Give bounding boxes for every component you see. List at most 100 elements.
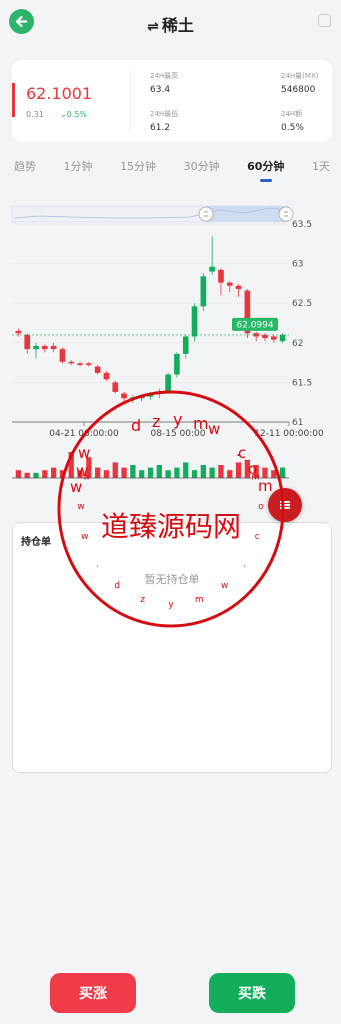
volume-bar	[271, 470, 277, 478]
stat-amount-value: 0.5%	[281, 123, 304, 133]
y-axis-labels: 63.5 63 62.5 62 61.5 61	[292, 220, 312, 428]
volume-bar	[244, 459, 251, 478]
price-change-pct: ⌄0.5%	[60, 110, 88, 119]
volume-bar	[103, 470, 110, 478]
volume-bar	[121, 467, 127, 478]
tab-30min[interactable]: 30分钟	[182, 158, 222, 182]
volume-bar	[86, 457, 92, 478]
volume-bar	[156, 465, 162, 478]
volume-bar	[209, 467, 215, 478]
candle-body	[270, 336, 277, 340]
volume-bar	[279, 467, 286, 478]
price-indicator-bar	[12, 83, 15, 117]
volume-bar	[130, 465, 136, 478]
symbol-name: 稀土	[161, 16, 194, 35]
y-tick-label: 63.5	[292, 220, 312, 230]
y-tick-label: 62.5	[292, 299, 312, 309]
candle-body	[112, 382, 119, 392]
tab-trend[interactable]: 趋势	[12, 158, 38, 182]
candlestick-chart[interactable]: 63.5 63 62.5 62 61.5 61 62.0994 04-21 00:00:0…	[0, 196, 341, 486]
range-handle-right[interactable]	[278, 206, 294, 222]
volume-bar	[139, 470, 145, 478]
quote-card: 62.1001 0.31 ⌄0.5% 24H最高 63.4 24H量(MX) 5…	[12, 60, 332, 142]
volume-bar	[42, 470, 48, 478]
volume-bar	[174, 467, 180, 478]
candle-body	[68, 361, 75, 364]
candle-body	[209, 266, 215, 272]
candle-body	[191, 306, 198, 337]
menu-icon[interactable]	[318, 14, 331, 27]
volume-bar	[15, 470, 22, 478]
tab-15min[interactable]: 15分钟	[118, 158, 158, 182]
positions-empty-text: 暂无持仓单	[144, 573, 200, 586]
stat-high-label: 24H最高	[150, 72, 179, 80]
float-menu-button[interactable]	[268, 488, 302, 522]
x-tick-label: 04-21 00:00:00	[49, 429, 119, 439]
interval-tabs: 趋势 1分钟 15分钟 30分钟 60分钟 1天	[12, 158, 332, 182]
y-tick-label: 61	[292, 418, 303, 428]
stat-volume-value: 546800	[281, 85, 316, 95]
last-price-label: 62.0994	[236, 320, 273, 330]
page-title[interactable]: ⇌ 稀土	[0, 12, 341, 36]
candle-body	[182, 336, 189, 354]
candle-body	[226, 282, 233, 286]
buy-up-button[interactable]: 买涨	[50, 973, 136, 1013]
x-tick-label: 08-15 00:00	[151, 429, 206, 439]
stat-low-label: 24H最低	[150, 110, 179, 118]
candle-body	[174, 353, 180, 375]
stamp-url-letter: o	[258, 502, 264, 512]
volume-bar	[253, 465, 259, 478]
stat-low-value: 61.2	[150, 123, 171, 133]
volume-bar	[191, 470, 198, 478]
positions-title: 持仓单	[21, 537, 51, 548]
stat-volume-label: 24H量(MX)	[281, 72, 319, 80]
volume-bars	[15, 452, 286, 478]
volume-bar	[33, 472, 39, 478]
candle-body	[130, 397, 136, 400]
list-icon	[280, 501, 290, 509]
candle-body	[235, 285, 242, 289]
candle-body	[200, 276, 207, 307]
volume-bar	[147, 467, 154, 478]
volume-bar	[77, 470, 83, 478]
range-handle-left[interactable]	[198, 206, 214, 222]
stamp-url-letter: w	[77, 502, 84, 512]
stat-amount-label: 24H额	[281, 110, 303, 118]
tab-60min[interactable]: 60分钟	[245, 158, 286, 182]
candle-body	[103, 372, 110, 380]
volume-bar	[235, 462, 242, 478]
candle-body	[42, 345, 48, 350]
volume-bar	[95, 467, 101, 478]
volume-bar	[200, 465, 206, 478]
volume-bar	[262, 467, 268, 478]
volume-bar	[227, 470, 233, 478]
candle-body	[33, 345, 39, 350]
buy-down-button[interactable]: 买跌	[209, 973, 295, 1013]
range-navigator[interactable]	[11, 205, 294, 223]
y-tick-label: 62	[292, 339, 303, 349]
volume-bar	[50, 467, 57, 478]
candle-body	[86, 363, 92, 365]
swap-icon: ⇌	[147, 19, 159, 35]
divider	[130, 70, 131, 132]
top-bar: ⇌ 稀土	[0, 0, 341, 46]
candle-body	[279, 334, 286, 342]
candle-body	[59, 349, 66, 362]
y-tick-label: 63	[292, 260, 303, 270]
candle-body	[218, 269, 224, 283]
tab-1min[interactable]: 1分钟	[62, 158, 95, 182]
candle-body	[262, 334, 268, 339]
volume-bar	[24, 472, 30, 478]
x-axis-labels: 04-21 00:00:00 08-15 00:00 12-11 00:00:00	[49, 422, 324, 439]
volume-bar	[59, 470, 66, 478]
candle-body	[156, 391, 163, 394]
stat-high-value: 63.4	[150, 85, 171, 95]
volume-bar	[112, 462, 118, 478]
candle-body	[165, 374, 171, 392]
volume-bar	[218, 465, 224, 478]
tab-1day[interactable]: 1天	[310, 158, 332, 182]
positions-panel: 持仓单 暂无持仓单	[12, 522, 332, 773]
volume-bar	[183, 462, 189, 478]
candle-body	[121, 393, 127, 399]
current-price: 62.1001	[26, 84, 93, 103]
